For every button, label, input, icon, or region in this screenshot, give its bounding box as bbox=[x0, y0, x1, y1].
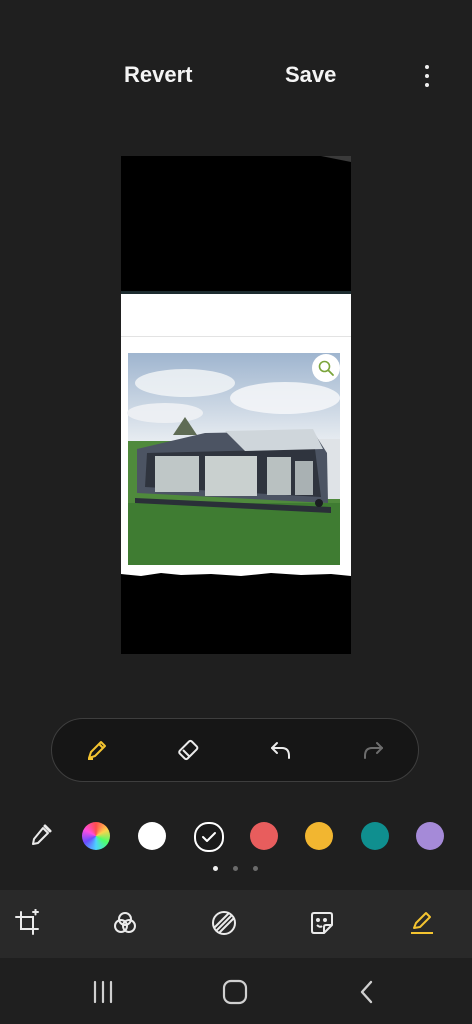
color-palette bbox=[0, 818, 472, 854]
adjust-icon[interactable] bbox=[209, 908, 239, 938]
zoom-icon[interactable] bbox=[312, 354, 340, 382]
revert-button[interactable]: Revert bbox=[124, 62, 192, 88]
more-vertical-icon[interactable] bbox=[418, 62, 436, 96]
top-bar: Revert Save bbox=[0, 48, 472, 108]
check-icon bbox=[202, 832, 216, 842]
back-icon[interactable] bbox=[352, 978, 382, 1006]
recent-apps-icon[interactable] bbox=[88, 978, 118, 1006]
pen-toolbar bbox=[51, 718, 419, 782]
save-button[interactable]: Save bbox=[285, 62, 336, 88]
color-wheel-icon[interactable] bbox=[82, 822, 110, 850]
color-swatch[interactable] bbox=[250, 822, 278, 850]
page-indicator bbox=[0, 866, 472, 874]
redo-icon[interactable] bbox=[358, 735, 388, 765]
navigation-bar bbox=[0, 958, 472, 1024]
sticker-icon[interactable] bbox=[307, 908, 337, 938]
crop-rotate-icon[interactable] bbox=[12, 908, 42, 938]
home-icon[interactable] bbox=[220, 978, 250, 1006]
color-swatch[interactable] bbox=[305, 822, 333, 850]
filters-icon[interactable] bbox=[110, 908, 140, 938]
color-swatch[interactable] bbox=[138, 822, 166, 850]
awning-photo bbox=[125, 353, 341, 569]
edit-tools-bar bbox=[0, 890, 472, 958]
color-swatch[interactable] bbox=[361, 822, 389, 850]
color-swatch[interactable] bbox=[416, 822, 444, 850]
color-swatch[interactable] bbox=[194, 822, 224, 852]
draw-icon[interactable] bbox=[407, 908, 437, 938]
eraser-icon[interactable] bbox=[174, 735, 204, 765]
undo-icon[interactable] bbox=[266, 735, 296, 765]
eyedropper-icon[interactable] bbox=[26, 822, 54, 850]
torn-edge bbox=[121, 573, 351, 586]
image-canvas[interactable] bbox=[121, 156, 351, 654]
pen-icon[interactable] bbox=[82, 735, 112, 765]
